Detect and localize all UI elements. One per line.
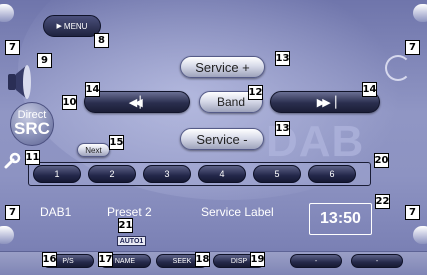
direct-src-line2: SRC xyxy=(14,119,50,138)
service-label: Service Label xyxy=(201,205,274,219)
callout-13-top: 13 xyxy=(275,51,290,66)
corner-button-top-left[interactable] xyxy=(0,4,14,22)
callout-14-right: 14 xyxy=(362,82,377,97)
callout-7-top-left: 7 xyxy=(5,40,20,55)
band-label: Band xyxy=(216,95,246,109)
preset-button-1[interactable]: 1 xyxy=(33,165,81,183)
menu-button[interactable]: ▶ MENU xyxy=(43,15,101,37)
fn-label: NAME xyxy=(114,257,136,265)
play-triangle-icon: ▶ xyxy=(56,23,62,30)
callout-19: 19 xyxy=(250,252,265,267)
direct-src-button[interactable]: Direct SRC xyxy=(10,102,54,146)
preset-label: 6 xyxy=(329,169,335,179)
callout-7-bottom-right: 7 xyxy=(405,205,420,220)
corner-button-bottom-left[interactable] xyxy=(0,226,14,244)
callout-14-left: 14 xyxy=(85,82,100,97)
service-up-button[interactable]: Service + xyxy=(180,56,265,78)
preset-button-2[interactable]: 2 xyxy=(88,165,136,183)
callout-13-bottom: 13 xyxy=(275,121,290,136)
callout-17: 17 xyxy=(98,252,113,267)
preset-button-3[interactable]: 3 xyxy=(143,165,191,183)
callout-11: 11 xyxy=(25,150,40,165)
callout-16: 16 xyxy=(42,252,57,267)
fn-label: - xyxy=(375,257,379,265)
wrench-icon[interactable] xyxy=(3,152,21,170)
preset-label: 5 xyxy=(274,169,280,179)
corner-button-top-right[interactable] xyxy=(413,4,427,22)
preset-label: 4 xyxy=(219,169,225,179)
corner-button-bottom-right[interactable] xyxy=(413,226,427,244)
callout-22: 22 xyxy=(375,194,390,209)
next-small-button[interactable]: Next xyxy=(77,143,110,157)
fn-label: - xyxy=(314,257,318,265)
callout-15: 15 xyxy=(109,135,124,150)
function-button-6[interactable]: - xyxy=(351,254,403,268)
dab-tuner-screen: DAB ▶ MENU Direct SRC Service + ◀◀▏ Band… xyxy=(0,0,427,251)
preset-label: 2 xyxy=(109,169,115,179)
preset-label: 1 xyxy=(54,169,60,179)
next-small-label: Next xyxy=(85,145,102,155)
fn-label: P/S xyxy=(62,257,74,265)
preset-button-6[interactable]: 6 xyxy=(308,165,356,183)
fn-label: SEEK xyxy=(172,257,192,265)
callout-21: 21 xyxy=(118,218,133,233)
service-up-label: Service + xyxy=(195,59,250,75)
callout-20: 20 xyxy=(374,153,389,168)
preset-name: Preset 2 xyxy=(107,205,152,219)
menu-button-label: MENU xyxy=(63,21,88,31)
speaker-icon[interactable] xyxy=(5,62,33,102)
fn-label: DISP xyxy=(230,257,248,265)
service-down-button[interactable]: Service - xyxy=(180,128,264,150)
skip-forward-icon: ▶▶▕ xyxy=(316,95,336,109)
callout-18: 18 xyxy=(195,252,210,267)
callout-10: 10 xyxy=(62,95,77,110)
auto-indicator: AUTO1 xyxy=(117,236,146,246)
callout-12: 12 xyxy=(248,85,263,100)
callout-7-top-right: 7 xyxy=(405,40,420,55)
clock-display: 13:50 xyxy=(309,203,372,235)
callout-9: 9 xyxy=(37,53,52,68)
skip-back-icon: ◀◀▏ xyxy=(128,95,148,109)
callout-7-bottom-left: 7 xyxy=(5,205,20,220)
callout-8: 8 xyxy=(94,33,109,48)
function-button-5[interactable]: - xyxy=(290,254,342,268)
decorative-ring xyxy=(385,55,411,81)
band-name: DAB1 xyxy=(40,205,72,219)
service-down-label: Service - xyxy=(196,131,248,147)
preset-button-5[interactable]: 5 xyxy=(253,165,301,183)
preset-label: 3 xyxy=(164,169,170,179)
preset-button-4[interactable]: 4 xyxy=(198,165,246,183)
